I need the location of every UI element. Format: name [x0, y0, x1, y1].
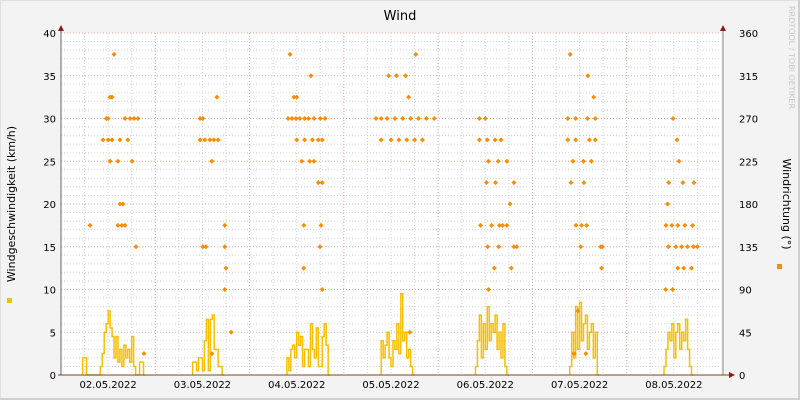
x-axis-arrow-icon: [729, 372, 735, 378]
y-tick-label: 35: [43, 72, 56, 83]
y-tick-label: 20: [43, 200, 56, 211]
y-tick-label: 30: [43, 115, 56, 126]
y-tick-label: 0: [50, 371, 56, 382]
y-tick-label: 15: [43, 243, 56, 254]
x-tick-label: 05.05.2022: [362, 380, 419, 391]
y2-axis-arrow-icon: [720, 25, 726, 31]
legend-swatch-wind-direction: [777, 264, 782, 269]
y2-tick-label: 135: [739, 243, 758, 254]
y2-tick-label: 0: [739, 371, 745, 382]
y2-tick-label: 360: [739, 29, 758, 40]
legend-swatch-wind-speed: [7, 298, 12, 303]
y2-tick-label: 225: [739, 157, 758, 168]
x-tick-label: 04.05.2022: [268, 380, 325, 391]
y2-tick-label: 315: [739, 72, 758, 83]
x-tick-label: 03.05.2022: [174, 380, 231, 391]
x-tick-label: 06.05.2022: [457, 380, 514, 391]
watermark: RRDTOOL / TOBI OETIKER: [787, 6, 796, 109]
y-axis-arrow-icon: [58, 25, 64, 31]
y2-tick-label: 90: [739, 286, 752, 297]
y-tick-label: 5: [50, 328, 56, 339]
y2-tick-label: 270: [739, 115, 758, 126]
y-tick-label: 40: [43, 29, 56, 40]
x-tick-label: 07.05.2022: [551, 380, 608, 391]
y-axis-title: Windgeschwindigkeit (km/h): [5, 126, 18, 282]
y2-tick-label: 180: [739, 200, 758, 211]
chart-title: Wind: [384, 9, 417, 24]
y-tick-label: 25: [43, 157, 56, 168]
y2-tick-label: 45: [739, 328, 752, 339]
wind-chart: 0 5 10 15 20 25 30 35 40 0 45 90 135 180 225 270 315 360 0…: [5, 6, 796, 391]
y2-axis-title: Windrichtung (°): [780, 158, 793, 249]
y-tick-label: 10: [43, 286, 56, 297]
x-tick-label: 08.05.2022: [645, 380, 702, 391]
x-tick-label: 02.05.2022: [80, 380, 137, 391]
